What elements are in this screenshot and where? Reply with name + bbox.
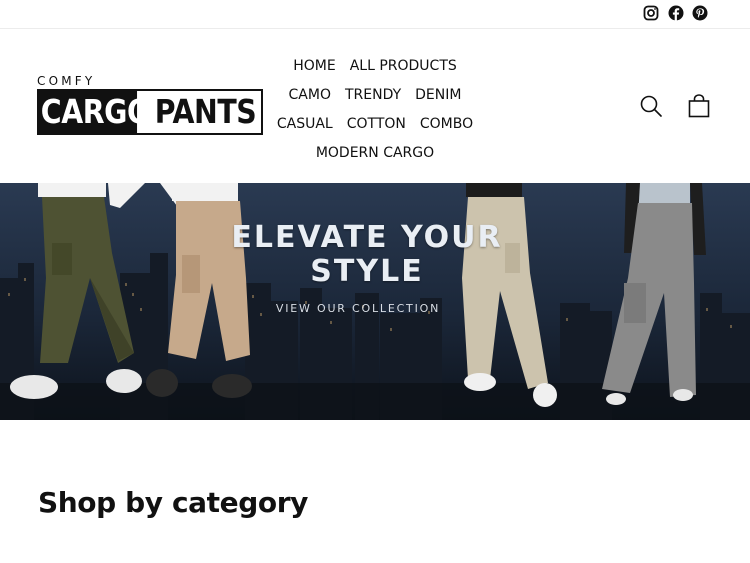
section-title-categories: Shop by category — [38, 486, 308, 519]
instagram-icon[interactable] — [643, 5, 659, 21]
nav-row: HOME ALL PRODUCTS — [262, 51, 488, 80]
logo-word-pants: PANTS — [154, 92, 257, 131]
nav-row: CAMO TRENDY DENIM — [262, 80, 488, 109]
nav-item-casual[interactable]: CASUAL — [277, 116, 333, 132]
pinterest-icon[interactable] — [692, 5, 708, 21]
search-icon[interactable] — [640, 95, 662, 117]
nav-item-modern-cargo[interactable]: MODERN CARGO — [316, 145, 434, 161]
hero-title-line: ELEVATE YOUR — [231, 220, 503, 255]
logo-wordmark: CARGO PANTS — [37, 89, 263, 135]
nav-row: CASUAL COTTON COMBO — [262, 109, 488, 138]
nav-item-combo[interactable]: COMBO — [420, 116, 473, 132]
cart-icon[interactable] — [688, 94, 710, 118]
nav-item-cotton[interactable]: COTTON — [347, 116, 406, 132]
nav-item-home[interactable]: HOME — [293, 58, 335, 74]
top-bar — [0, 0, 750, 29]
nav-row: MODERN CARGO — [262, 138, 488, 167]
nav-item-all-products[interactable]: ALL PRODUCTS — [350, 58, 457, 74]
site-logo[interactable]: COMFY CARGO PANTS — [37, 75, 263, 135]
facebook-icon[interactable] — [668, 5, 684, 21]
hero-title-line: STYLE — [310, 254, 424, 289]
nav-item-trendy[interactable]: TRENDY — [345, 87, 401, 103]
nav-item-denim[interactable]: DENIM — [415, 87, 461, 103]
nav-item-camo[interactable]: CAMO — [289, 87, 331, 103]
hero-title: ELEVATE YOUR STYLE — [0, 221, 734, 289]
main-nav: HOME ALL PRODUCTS CAMO TRENDY DENIM CASU… — [262, 51, 488, 167]
hero-banner[interactable]: ELEVATE YOUR STYLE VIEW OUR COLLECTION — [0, 183, 750, 420]
view-collection-link[interactable]: VIEW OUR COLLECTION — [0, 302, 716, 315]
site-header: COMFY CARGO PANTS HOME ALL PRODUCTS CAMO… — [0, 29, 750, 183]
logo-tagline: COMFY — [37, 74, 96, 88]
logo-word-cargo: CARGO — [40, 92, 151, 131]
